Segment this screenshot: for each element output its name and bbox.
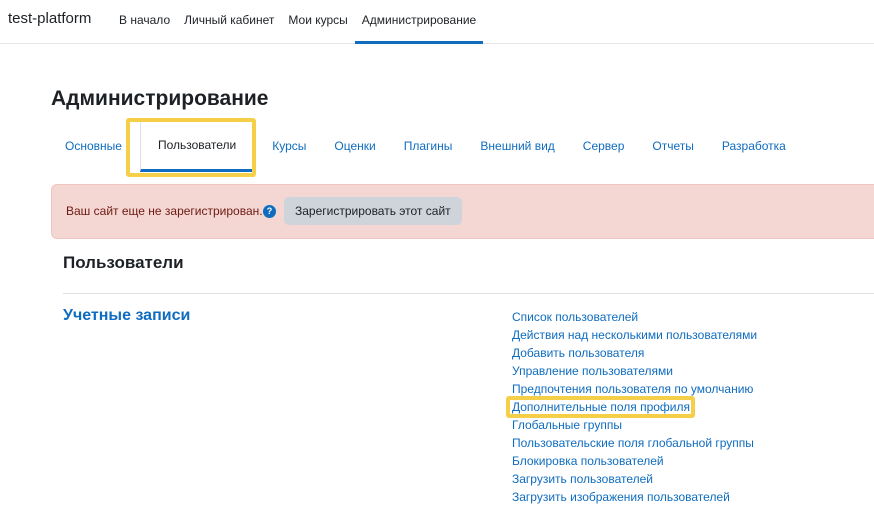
- link-bulk-user-actions[interactable]: Действия над несколькими пользователями: [512, 326, 757, 344]
- nav-link-my-courses[interactable]: Мои курсы: [281, 0, 354, 44]
- link-user-management[interactable]: Управление пользователями: [512, 362, 757, 380]
- nav-link-site-administration[interactable]: Администрирование: [354, 0, 484, 44]
- link-cohort-custom-fields[interactable]: Пользовательские поля глобальной группы: [512, 434, 757, 452]
- question-circle-icon[interactable]: ?: [263, 205, 276, 218]
- page-title: Администрирование: [51, 87, 269, 110]
- tab-general[interactable]: Основные: [51, 120, 136, 172]
- top-navbar: test-platform В начало Личный кабинет Мо…: [0, 0, 874, 44]
- tab-users[interactable]: Пользователи: [139, 120, 255, 172]
- primary-navigation: В начало Личный кабинет Мои курсы Админи…: [112, 0, 484, 44]
- admin-tabs: Основные Пользователи Курсы Оценки Плаги…: [51, 120, 800, 172]
- section-divider: [63, 293, 874, 294]
- nav-link-dashboard[interactable]: Личный кабинет: [177, 0, 281, 44]
- tab-appearance[interactable]: Внешний вид: [466, 120, 568, 172]
- tab-plugins[interactable]: Плагины: [390, 120, 467, 172]
- tab-reports[interactable]: Отчеты: [638, 120, 707, 172]
- register-site-button[interactable]: Зарегистрировать этот сайт: [284, 197, 462, 225]
- link-cohorts[interactable]: Глобальные группы: [512, 416, 757, 434]
- category-accounts-link[interactable]: Учетные записи: [63, 307, 190, 325]
- tab-server[interactable]: Сервер: [569, 120, 639, 172]
- link-add-user[interactable]: Добавить пользователя: [512, 344, 757, 362]
- nav-link-home[interactable]: В начало: [112, 0, 177, 44]
- tab-courses[interactable]: Курсы: [258, 120, 320, 172]
- link-upload-user-pictures[interactable]: Загрузить изображения пользователей: [512, 488, 757, 506]
- link-upload-users[interactable]: Загрузить пользователей: [512, 470, 757, 488]
- registration-alert: Ваш сайт еще не зарегистрирован. ? Зарег…: [51, 184, 874, 239]
- section-heading: Пользователи: [63, 253, 184, 272]
- accounts-link-list: Список пользователей Действия над нескол…: [512, 308, 757, 506]
- link-browse-users[interactable]: Список пользователей: [512, 308, 757, 326]
- link-user-profile-fields[interactable]: Дополнительные поля профиля: [512, 398, 757, 416]
- link-user-blocking[interactable]: Блокировка пользователей: [512, 452, 757, 470]
- tab-grades[interactable]: Оценки: [320, 120, 389, 172]
- link-user-default-preferences[interactable]: Предпочтения пользователя по умолчанию: [512, 380, 757, 398]
- alert-message: Ваш сайт еще не зарегистрирован.: [66, 204, 263, 218]
- site-brand[interactable]: test-platform: [8, 10, 91, 27]
- tab-development[interactable]: Разработка: [708, 120, 800, 172]
